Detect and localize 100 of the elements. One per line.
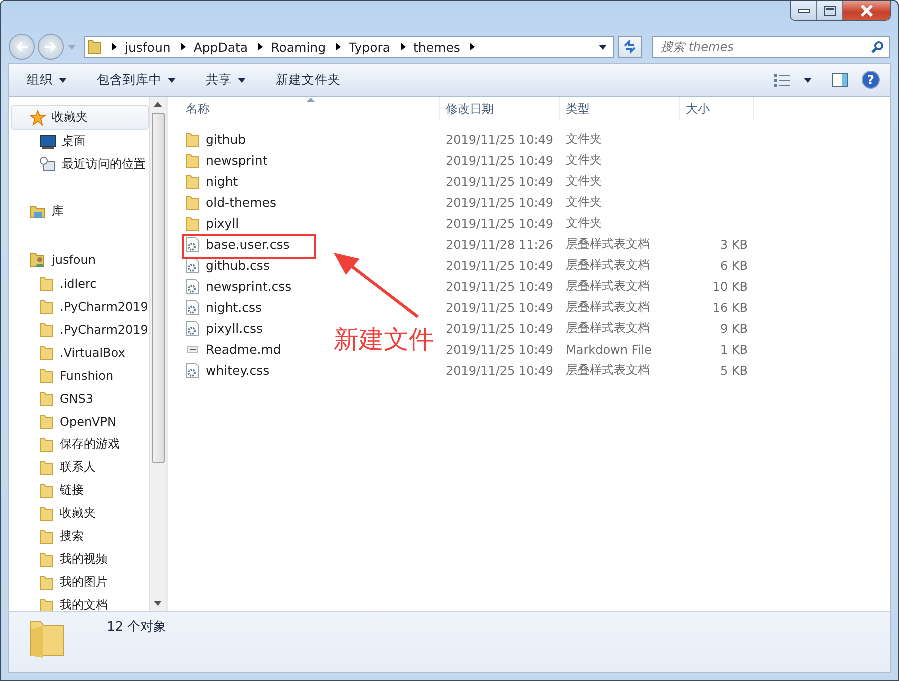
modified-date: 2019/11/25 10:49: [445, 216, 555, 230]
toolbar-button[interactable]: 组织: [17, 68, 77, 92]
modified-date: 2019/11/25 10:49: [445, 258, 555, 272]
caret-icon: [238, 78, 246, 82]
breadcrumb[interactable]: Roaming: [271, 40, 326, 54]
search-input[interactable]: 搜索 themes: [661, 40, 871, 54]
file-name[interactable]: github: [206, 132, 246, 147]
folder-icon: [40, 390, 54, 406]
file-name[interactable]: night.css: [206, 300, 262, 315]
column-header[interactable]: 修改日期: [440, 97, 560, 121]
folder-icon: [40, 460, 54, 476]
caret-icon: [59, 78, 67, 82]
sidebar-item[interactable]: 桌面: [9, 130, 149, 153]
file-type: 层叠样式表文档: [565, 278, 651, 295]
modified-date: 2019/11/25 10:49: [445, 174, 555, 188]
sidebar-item[interactable]: 我的图片: [9, 571, 149, 594]
sidebar-item[interactable]: 最近访问的位置: [9, 153, 149, 176]
modified-date: 2019/11/25 10:49: [445, 322, 555, 336]
file-type: 层叠样式表文档: [565, 257, 651, 274]
column-header[interactable]: 名称: [168, 97, 440, 121]
modified-date: 2019/11/25 10:49: [445, 154, 555, 168]
help-button[interactable]: ?: [862, 71, 880, 89]
refresh-button[interactable]: [618, 36, 642, 58]
file-size: 3 KB: [720, 238, 748, 252]
folder-icon: [186, 216, 200, 232]
file-name[interactable]: pixyll: [206, 216, 240, 231]
toolbar-button[interactable]: 新建文件夹: [266, 68, 351, 92]
file-name[interactable]: night: [206, 174, 238, 189]
sidebar-item[interactable]: 联系人: [9, 456, 149, 479]
folder-icon: [40, 344, 54, 360]
view-list-icon[interactable]: [774, 73, 790, 87]
breadcrumb-arrow-icon[interactable]: [336, 43, 342, 51]
sidebar-item[interactable]: 收藏夹: [11, 105, 149, 130]
sidebar-item[interactable]: .PyCharm2019.: [9, 318, 149, 341]
scroll-down-icon[interactable]: [154, 601, 162, 606]
sidebar-item-label: .idlerc: [60, 276, 97, 290]
file-name[interactable]: pixyll.css: [206, 321, 264, 336]
sidebar-item[interactable]: .idlerc: [9, 272, 149, 295]
toolbar-button[interactable]: 共享: [196, 68, 256, 92]
back-button[interactable]: [9, 34, 35, 60]
column-header[interactable]: 类型: [560, 97, 680, 121]
back-arrow-icon: [15, 41, 29, 53]
star-icon: [30, 110, 46, 126]
sidebar-item[interactable]: jusfoun: [11, 247, 149, 272]
sidebar-item-label: 链接: [60, 482, 84, 499]
breadcrumb[interactable]: themes: [414, 40, 460, 54]
breadcrumb-arrow-icon[interactable]: [112, 43, 117, 51]
breadcrumb-arrow-icon[interactable]: [470, 43, 476, 51]
modified-date: 2019/11/25 10:49: [445, 280, 555, 294]
file-name[interactable]: newsprint: [206, 153, 268, 168]
column-header[interactable]: 大小: [680, 97, 754, 121]
view-menu-caret-icon[interactable]: [804, 78, 812, 82]
folder-icon: [40, 574, 54, 590]
sidebar-item[interactable]: 搜索: [9, 525, 149, 548]
sidebar-item[interactable]: .VirtualBox: [9, 341, 149, 364]
breadcrumb-arrow-icon[interactable]: [258, 43, 264, 51]
sidebar-item[interactable]: 我的视频: [9, 548, 149, 571]
folder-icon: [186, 152, 200, 168]
file-name[interactable]: base.user.css: [206, 237, 290, 252]
breadcrumb[interactable]: Typora: [349, 40, 391, 54]
sidebar-item[interactable]: .PyCharm2019.: [9, 295, 149, 318]
sidebar-item-label: 保存的游戏: [60, 436, 120, 453]
sidebar-item-label: 我的视频: [60, 551, 108, 568]
sidebar-item-label: 我的图片: [60, 574, 108, 591]
annotation-text: 新建文件: [334, 324, 434, 356]
library-icon: [30, 204, 46, 220]
sidebar-item[interactable]: OpenVPN: [9, 410, 149, 433]
breadcrumb-arrow-icon[interactable]: [180, 43, 186, 51]
search-field[interactable]: 搜索 themes: [652, 36, 890, 58]
preview-pane-icon[interactable]: [832, 73, 848, 87]
folder-icon: [40, 298, 54, 314]
sidebar-item[interactable]: 库: [11, 199, 149, 224]
sidebar-item[interactable]: 收藏夹: [9, 502, 149, 525]
user-folder-icon: [30, 252, 46, 268]
breadcrumb[interactable]: AppData: [194, 40, 248, 54]
sidebar-item[interactable]: Funshion: [9, 364, 149, 387]
forward-button[interactable]: [38, 34, 64, 60]
item-count: 12 个对象: [107, 619, 167, 636]
scrollbar[interactable]: [149, 97, 166, 611]
file-name[interactable]: github.css: [206, 258, 270, 273]
sidebar-item[interactable]: GNS3: [9, 387, 149, 410]
file-type: 文件夹: [565, 152, 603, 169]
address-field[interactable]: jusfoun AppData Roaming Typora themes: [84, 36, 614, 58]
scroll-up-icon[interactable]: [154, 102, 162, 107]
sidebar-item[interactable]: 保存的游戏: [9, 433, 149, 456]
file-name[interactable]: Readme.md: [206, 342, 282, 357]
close-button[interactable]: [843, 1, 890, 20]
breadcrumb[interactable]: jusfoun: [125, 40, 171, 54]
toolbar-button[interactable]: 包含到库中: [87, 68, 186, 92]
maximize-button[interactable]: [817, 1, 843, 20]
dropdown-caret-icon[interactable]: [599, 44, 607, 50]
scroll-thumb[interactable]: [152, 113, 164, 463]
minimize-button[interactable]: [791, 1, 817, 20]
file-name[interactable]: whitey.css: [206, 363, 270, 378]
sidebar-item[interactable]: 链接: [9, 479, 149, 502]
file-name[interactable]: old-themes: [206, 195, 276, 210]
breadcrumb-arrow-icon[interactable]: [400, 43, 406, 51]
file-name[interactable]: newsprint.css: [206, 279, 292, 294]
sidebar-item-label: 收藏夹: [52, 109, 88, 126]
sidebar-item[interactable]: 我的文档: [9, 594, 149, 611]
